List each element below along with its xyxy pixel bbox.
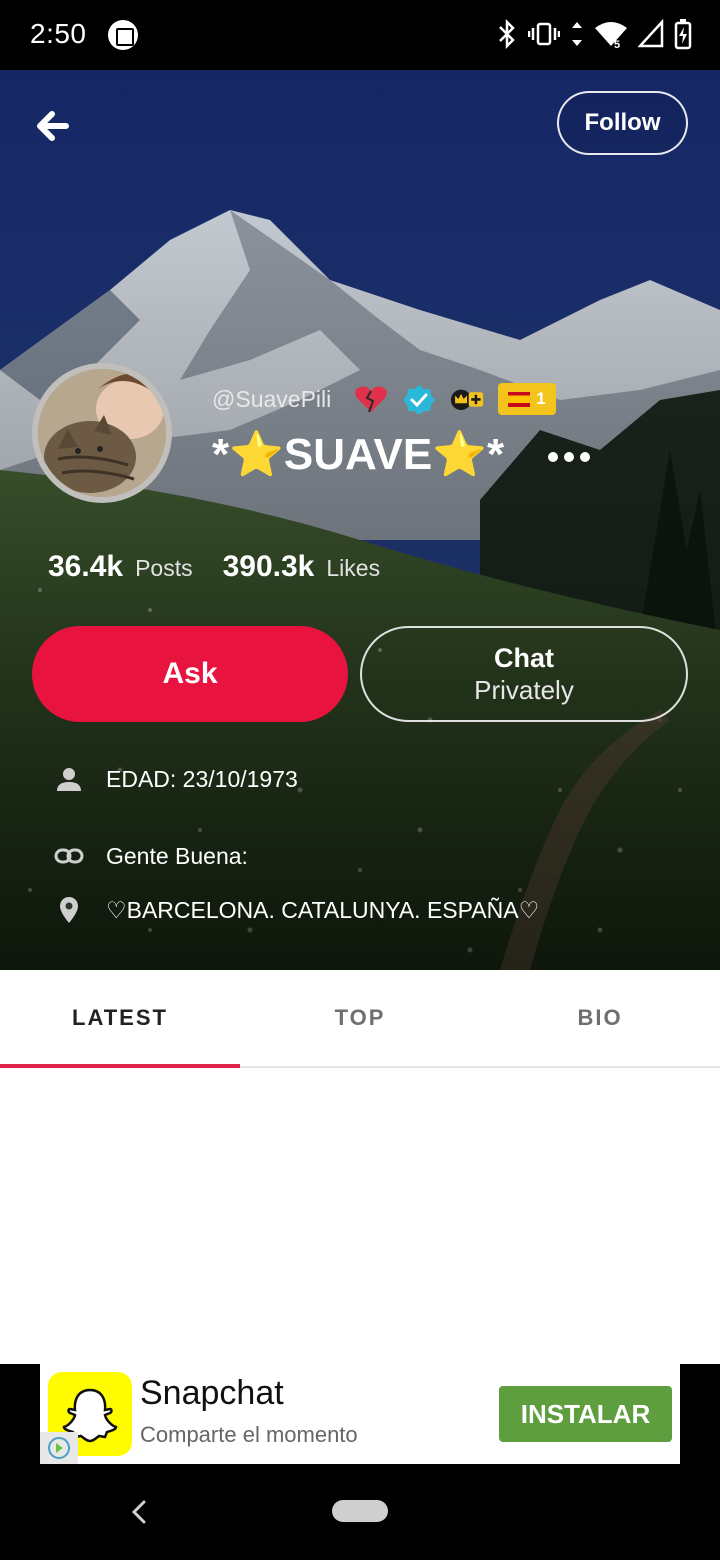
likes-label[interactable]: Likes [326,555,380,582]
posts-count[interactable]: 36.4k [48,550,123,584]
tab-top[interactable]: TOP [240,970,480,1066]
vibrate-icon [528,22,560,46]
profile-header: Follow @SuavePili 1 *⭐SUAVE⭐* 36.4k Post… [0,70,720,970]
more-options-button[interactable] [548,442,596,472]
more-dot-icon [548,452,558,462]
bluetooth-icon [499,18,515,50]
link-icon [54,841,84,871]
data-arrows-icon [572,22,582,46]
spain-flag-badge[interactable]: 1 [498,383,556,415]
nav-back-icon[interactable] [126,1498,152,1526]
info-link-row[interactable]: Gente Buena: [54,841,248,871]
profile-stats: 36.4k Posts 390.3k Likes [48,550,410,584]
info-age-row: EDAD: 23/10/1973 [54,764,298,794]
display-name: *⭐SUAVE⭐* [212,430,505,479]
tab-content [0,1068,720,1364]
username-handle[interactable]: @SuavePili [212,386,331,413]
status-bar: 2:50 5 [0,0,720,70]
back-arrow-icon[interactable] [30,106,82,146]
location-text: ♡BARCELONA. CATALUNYA. ESPAÑA♡ [106,896,540,923]
svg-text:5: 5 [614,39,620,50]
ad-title[interactable]: Snapchat [140,1374,284,1413]
age-text: EDAD: 23/10/1973 [106,765,298,792]
status-icons: 5 [496,18,692,50]
status-time: 2:50 [30,18,87,49]
ad-banner[interactable]: Snapchat Comparte el momento INSTALAR [40,1364,680,1464]
privately-label: Privately [474,674,574,705]
nav-home-pill[interactable] [332,1500,388,1522]
tab-bio[interactable]: BIO [480,970,720,1066]
posts-label[interactable]: Posts [135,555,193,582]
chat-label: Chat [494,643,554,674]
info-location-row: ♡BARCELONA. CATALUNYA. ESPAÑA♡ [54,895,539,925]
badge-row: 1 [354,383,556,415]
avatar-photo [38,369,166,497]
spain-flag-icon [508,391,531,407]
chat-privately-button[interactable]: Chat Privately [360,626,688,722]
wifi-icon: 5 [595,22,627,50]
ad-subtitle[interactable]: Comparte el momento [140,1422,358,1448]
avatar[interactable] [32,363,172,503]
flag-badge-count: 1 [536,389,546,408]
person-icon [54,764,84,794]
tab-latest[interactable]: LATEST [0,970,240,1068]
cover-overlay [0,70,720,970]
media-icon [108,20,138,50]
likes-count[interactable]: 390.3k [223,550,315,584]
battery-icon [674,19,692,50]
follow-button[interactable]: Follow [557,91,688,155]
location-pin-icon [54,895,84,925]
more-dot-icon [564,452,574,462]
link-text[interactable]: Gente Buena: [106,843,248,870]
ad-choices-icon[interactable] [40,1432,78,1464]
signal-icon [638,18,664,48]
more-dot-icon [580,452,590,462]
profile-tabs: LATEST TOP BIO [0,970,720,1068]
install-button[interactable]: INSTALAR [499,1386,672,1442]
ask-button[interactable]: Ask [32,626,348,722]
system-nav-bar [0,1464,720,1560]
crown-plus-icon[interactable] [450,384,484,414]
broken-heart-icon[interactable] [354,384,388,414]
verified-icon[interactable] [402,384,436,414]
